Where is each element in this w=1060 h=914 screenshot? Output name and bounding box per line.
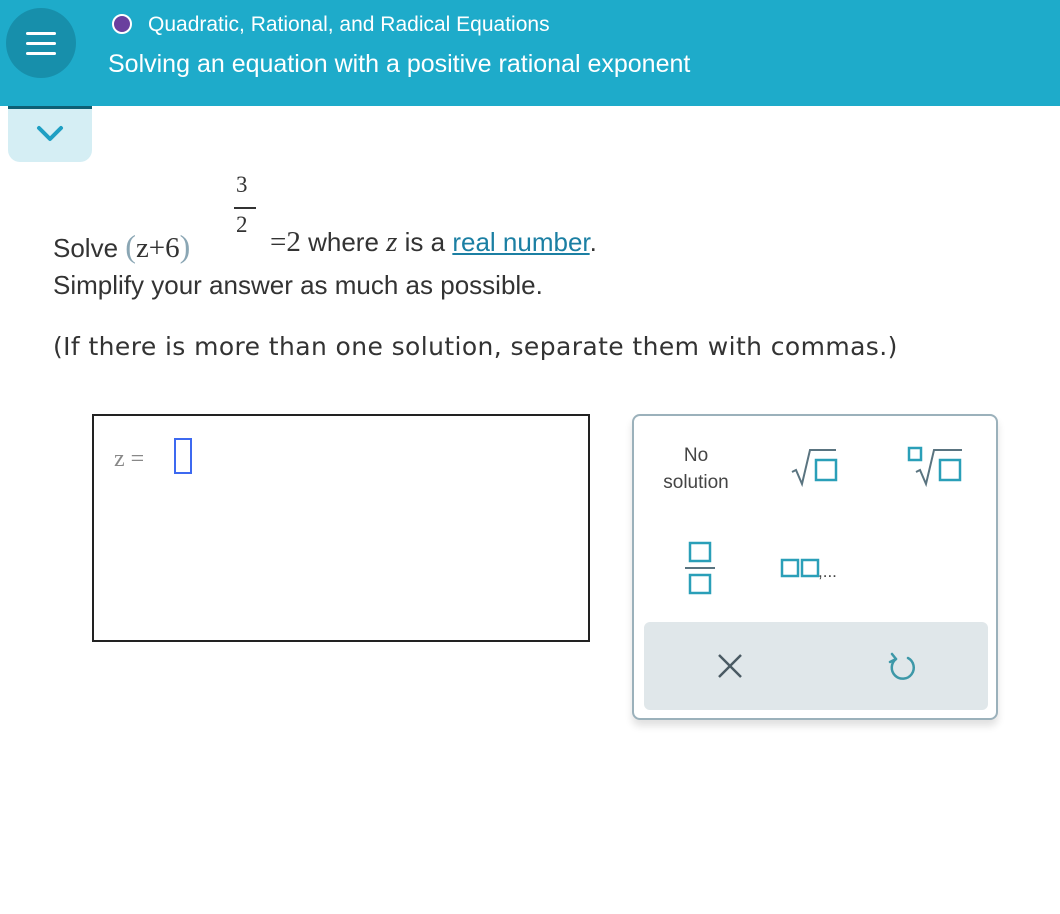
answer-variable-label: z = [114, 446, 145, 472]
simplify-instruction: Simplify your answer as much as possible… [53, 270, 543, 300]
menu-bar-icon [26, 42, 56, 45]
list-button[interactable]: ,... [780, 554, 860, 586]
no-solution-label-line1: No [683, 445, 709, 466]
multiple-solutions-note: (If there is more than one solution, sep… [53, 332, 898, 361]
exponent-fraction-bar [234, 207, 256, 209]
no-solution-button[interactable]: No solution [646, 442, 746, 496]
equation-rhs-line: =2 where z is a real number. [270, 226, 597, 259]
exponent-denominator: 2 [236, 212, 248, 237]
math-keypad: No solution ,... [632, 414, 998, 720]
no-solution-label-line2: solution [663, 472, 729, 493]
topic-progress-dot [112, 14, 132, 34]
undo-button[interactable] [886, 650, 918, 682]
page-title: Solving an equation with a positive rati… [108, 50, 691, 78]
topic-title: Quadratic, Rational, and Radical Equatio… [148, 13, 550, 36]
fraction-button[interactable] [682, 540, 718, 596]
answer-area[interactable]: z = [92, 414, 590, 642]
period: . [589, 227, 597, 257]
is-a-text: is a [397, 227, 453, 257]
open-paren: ( [125, 228, 136, 264]
nth-root-icon [907, 446, 962, 488]
expand-tab-button[interactable] [8, 106, 92, 162]
square-root-button[interactable] [786, 444, 846, 494]
equation-rhs: =2 [270, 226, 301, 258]
keypad-action-row [644, 622, 988, 710]
list-suffix: ,... [818, 562, 837, 581]
top-header: Quadratic, Rational, and Radical Equatio… [0, 0, 1060, 106]
clear-icon [718, 654, 742, 678]
undo-icon [888, 652, 915, 680]
menu-button[interactable] [6, 8, 76, 78]
menu-bar-icon [26, 52, 56, 55]
close-paren: ) [179, 228, 191, 264]
menu-bar-icon [26, 32, 56, 35]
equation-base: z+6 [135, 232, 180, 264]
fraction-icon [685, 541, 715, 595]
variable-name: z [386, 226, 398, 258]
list-icon: ,... [780, 558, 837, 581]
exponent-numerator: 3 [236, 172, 248, 197]
chevron-down-icon [37, 126, 63, 141]
real-number-link[interactable]: real number [452, 227, 589, 257]
answer-input[interactable] [174, 438, 192, 474]
problem-statement: Solve (z+6) [53, 228, 190, 265]
clear-button[interactable] [714, 650, 746, 682]
nth-root-button[interactable] [906, 442, 970, 494]
solve-word: Solve [53, 233, 119, 263]
where-text: where [300, 227, 387, 257]
square-root-icon [791, 449, 838, 488]
